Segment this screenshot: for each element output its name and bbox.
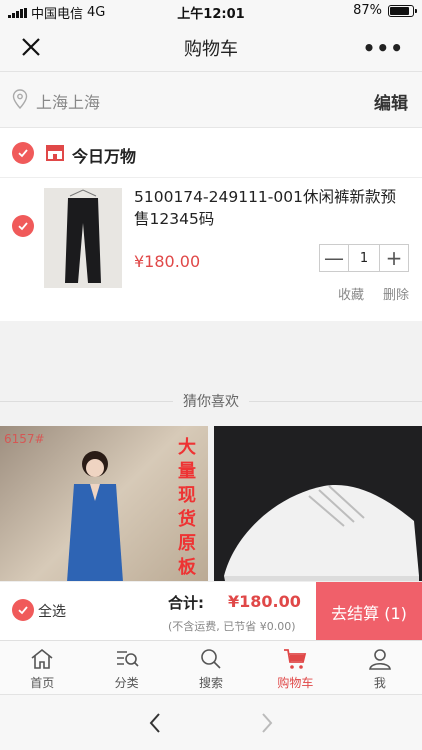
cart-store-card: 今日万物 5100174-249111-001休闲裤新款预售12345码 ¥18… xyxy=(0,128,422,321)
delivery-address[interactable]: 上海上海 xyxy=(36,89,100,113)
product-price: ¥180.00 xyxy=(134,252,201,271)
tab-label: 购物车 xyxy=(277,676,314,690)
store-checkbox[interactable] xyxy=(12,142,34,164)
increase-button[interactable]: + xyxy=(380,245,408,271)
select-all-label[interactable]: 全选 xyxy=(38,601,66,621)
home-icon xyxy=(31,648,53,669)
browser-toolbar xyxy=(0,694,422,750)
tab-cart[interactable]: 购物车 xyxy=(253,641,337,694)
select-all-checkbox[interactable] xyxy=(12,599,34,621)
store-header: 今日万物 xyxy=(0,128,422,178)
sneaker-image xyxy=(224,485,419,586)
delivery-location-bar: 上海上海 编辑 xyxy=(0,72,422,128)
total-amount: ¥180.00 xyxy=(228,592,301,611)
checkmark-icon xyxy=(18,222,28,231)
tab-search[interactable]: 搜索 xyxy=(169,641,253,694)
category-icon xyxy=(116,651,139,667)
page-title: 购物车 xyxy=(184,39,238,60)
tab-home[interactable]: 首页 xyxy=(0,641,84,694)
total-label: 合计: xyxy=(168,594,204,612)
store-name[interactable]: 今日万物 xyxy=(72,143,136,167)
tab-label: 搜索 xyxy=(199,676,224,690)
location-pin-icon xyxy=(12,89,28,109)
tab-category[interactable]: 分类 xyxy=(84,641,168,694)
item-checkbox[interactable] xyxy=(12,215,34,237)
checkout-bar: 全选 合计: ¥180.00 (不含运费, 已节省 ¥0.00) 去结算 (1) xyxy=(0,581,422,641)
back-arrow-icon[interactable] xyxy=(146,711,164,735)
tab-me[interactable]: 我 xyxy=(338,641,422,694)
checkmark-icon xyxy=(18,606,28,615)
quantity-stepper: — 1 + xyxy=(319,244,409,272)
delete-button[interactable]: 删除 xyxy=(383,284,409,303)
quantity-input[interactable]: 1 xyxy=(348,245,380,271)
decrease-button[interactable]: — xyxy=(320,245,348,271)
recommended-product-card[interactable] xyxy=(214,426,422,591)
tab-bar: 首页 分类 搜索 购物车 我 xyxy=(0,640,422,694)
battery-icon xyxy=(388,4,417,17)
cart-icon xyxy=(284,649,307,669)
user-icon xyxy=(368,649,391,670)
store-icon xyxy=(46,145,64,161)
total-note: (不含运费, 已节省 ¥0.00) xyxy=(168,620,296,633)
recommendations-section: 猜你喜欢 6157# 大量现货原板 xyxy=(0,321,422,591)
more-button[interactable]: ••• xyxy=(363,36,404,60)
recommendations-title: 猜你喜欢 xyxy=(173,391,249,411)
product-thumbnail[interactable] xyxy=(44,188,122,288)
model-image xyxy=(66,451,124,591)
forward-arrow-icon[interactable] xyxy=(258,711,276,735)
tab-label: 首页 xyxy=(30,676,55,690)
edit-button[interactable]: 编辑 xyxy=(374,89,408,114)
search-icon xyxy=(201,649,221,669)
favorite-button[interactable]: 收藏 xyxy=(338,284,364,303)
recommended-product-card[interactable]: 6157# 大量现货原板 xyxy=(0,426,208,591)
pants-image xyxy=(65,189,101,283)
tab-label: 分类 xyxy=(114,676,139,690)
checkmark-icon xyxy=(18,149,28,158)
product-code-tag: 6157# xyxy=(4,432,45,446)
checkout-button[interactable]: 去结算 (1) xyxy=(316,582,422,641)
product-name[interactable]: 5100174-249111-001休闲裤新款预售12345码 xyxy=(134,186,409,230)
tab-label: 我 xyxy=(373,676,386,690)
battery-percent: 87% xyxy=(353,3,382,18)
status-bar: 中国电信 4G 上午12:01 87% xyxy=(0,0,422,22)
promo-overlay-text: 大量现货原板 xyxy=(178,437,196,578)
nav-bar: 购物车 ••• xyxy=(0,22,422,72)
